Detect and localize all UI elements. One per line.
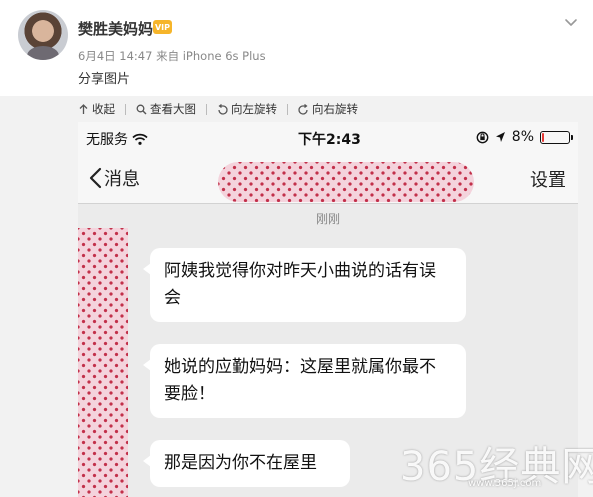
post-meta: 6月4日 14:47 来自 iPhone 6s Plus xyxy=(78,49,266,63)
divider xyxy=(206,103,207,115)
collapse-label: 收起 xyxy=(92,102,115,116)
pixelated-sender-avatar xyxy=(78,228,128,497)
search-icon xyxy=(136,104,147,114)
vip-label: VIP xyxy=(154,22,171,32)
post-text: 分享图片 xyxy=(78,72,131,87)
rotate-right-button[interactable]: 向右旋转 xyxy=(298,101,358,117)
battery-group: 8% xyxy=(476,129,573,145)
message-bubble[interactable]: 阿姨我觉得你对昨天小曲说的话有误会 xyxy=(143,248,466,322)
vip-badge-icon: VIP xyxy=(153,20,172,34)
view-large-label: 查看大图 xyxy=(150,102,196,116)
divider xyxy=(125,103,126,115)
message-timestamp: 刚刚 xyxy=(315,212,340,226)
status-time: 下午2:43 xyxy=(298,132,361,148)
orientation-lock-icon xyxy=(476,131,489,143)
post-header: 樊胜美妈妈 VIP 6月4日 14:47 来自 iPhone 6s Plus 分… xyxy=(0,0,593,96)
pixelated-contact-name xyxy=(218,162,474,202)
message-text: 阿姨我觉得你对昨天小曲说的话有误会 xyxy=(164,261,436,308)
watermark-url: www.365j.com xyxy=(468,478,542,489)
wifi-icon xyxy=(132,133,148,145)
rotate-left-label: 向左旋转 xyxy=(231,102,277,116)
rotate-right-label: 向右旋转 xyxy=(312,102,358,116)
rotate-left-button[interactable]: 向左旋转 xyxy=(217,101,277,117)
settings-button[interactable]: 设置 xyxy=(530,166,566,192)
message-bubble[interactable]: 那是因为你不在屋里 xyxy=(143,440,350,487)
chevron-left-icon xyxy=(89,167,102,189)
carrier-group: 无服务 xyxy=(86,129,148,149)
message-text: 她说的应勤妈妈：这屋里就属你最不要脸！ xyxy=(164,357,436,404)
view-large-button[interactable]: 查看大图 xyxy=(136,101,196,117)
arrow-up-icon xyxy=(79,103,88,114)
status-bar: 无服务 下午2:43 8% xyxy=(78,122,578,152)
battery-level xyxy=(542,132,544,142)
location-arrow-icon xyxy=(495,132,505,142)
rotate-right-icon xyxy=(298,103,308,115)
back-button[interactable]: 消息 xyxy=(88,165,140,191)
image-toolbar: 收起 查看大图 向左旋转 向右旋转 xyxy=(0,96,593,122)
collapse-button[interactable]: 收起 xyxy=(78,101,115,117)
battery-icon xyxy=(540,130,573,144)
chat-nav-bar: 消息 设置 xyxy=(78,152,578,204)
message-text: 那是因为你不在屋里 xyxy=(164,453,317,473)
divider xyxy=(287,103,288,115)
back-label: 消息 xyxy=(104,169,140,190)
battery-percent: 8% xyxy=(511,129,534,145)
chevron-down-icon[interactable] xyxy=(563,14,579,30)
username[interactable]: 樊胜美妈妈 xyxy=(78,18,153,39)
rotate-left-icon xyxy=(218,103,228,115)
avatar[interactable] xyxy=(18,10,68,60)
message-bubble[interactable]: 她说的应勤妈妈：这屋里就属你最不要脸！ xyxy=(143,344,466,418)
carrier-label: 无服务 xyxy=(86,132,128,148)
